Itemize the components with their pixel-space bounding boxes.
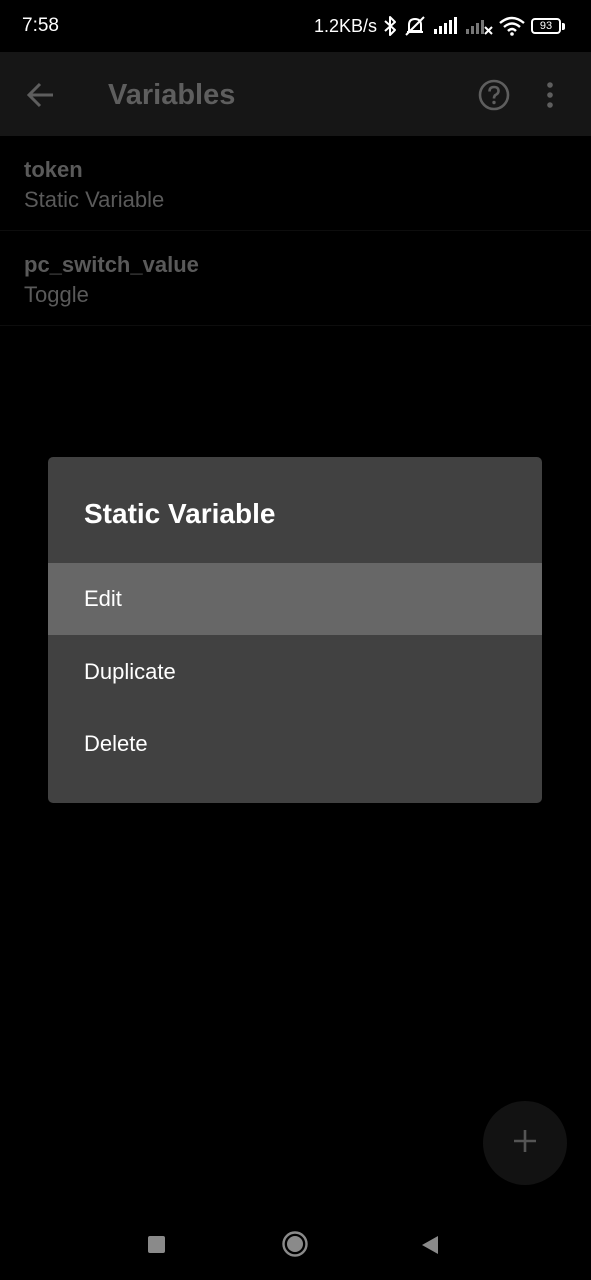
delete-menu-item[interactable]: Delete	[48, 708, 542, 780]
app-bar: Variables	[0, 52, 591, 136]
status-icons: 1.2KB/s 93	[314, 13, 567, 39]
battery-level: 93	[531, 18, 561, 34]
network-speed: 1.2KB/s	[313, 15, 377, 36]
back-arrow-icon[interactable]	[26, 80, 56, 115]
variable-type: Toggle	[24, 282, 89, 307]
status-time: 7:58	[22, 15, 59, 36]
page-title: Variables	[108, 79, 236, 111]
variable-list: token Static Variable pc_switch_value To…	[0, 136, 591, 326]
signal-icon	[433, 17, 459, 35]
duplicate-menu-item[interactable]: Duplicate	[48, 636, 542, 708]
add-variable-button[interactable]	[483, 1101, 567, 1185]
variable-name: pc_switch_value	[24, 252, 199, 277]
signal-no-service-icon	[465, 17, 493, 35]
edit-menu-item[interactable]: Edit	[48, 563, 542, 635]
plus-icon	[513, 1129, 537, 1158]
wifi-icon	[499, 16, 525, 36]
help-icon[interactable]	[478, 79, 510, 116]
back-icon[interactable]	[420, 1234, 440, 1261]
list-item[interactable]: token Static Variable	[0, 136, 591, 231]
overflow-menu-icon[interactable]	[546, 81, 554, 114]
dialog-title: Static Variable	[84, 498, 276, 529]
status-bar: 7:58 1.2KB/s 93	[0, 0, 591, 52]
bluetooth-icon	[383, 15, 397, 37]
home-icon[interactable]	[282, 1231, 308, 1262]
variable-name: token	[24, 157, 83, 182]
recent-apps-icon[interactable]	[148, 1236, 165, 1253]
context-menu-dialog: Static Variable Edit Duplicate Delete	[48, 457, 542, 803]
system-nav-bar	[0, 1208, 591, 1280]
variable-type: Static Variable	[24, 187, 165, 212]
mute-vibrate-icon	[403, 15, 427, 37]
battery-icon: 93	[531, 17, 567, 35]
list-item[interactable]: pc_switch_value Toggle	[0, 231, 591, 326]
